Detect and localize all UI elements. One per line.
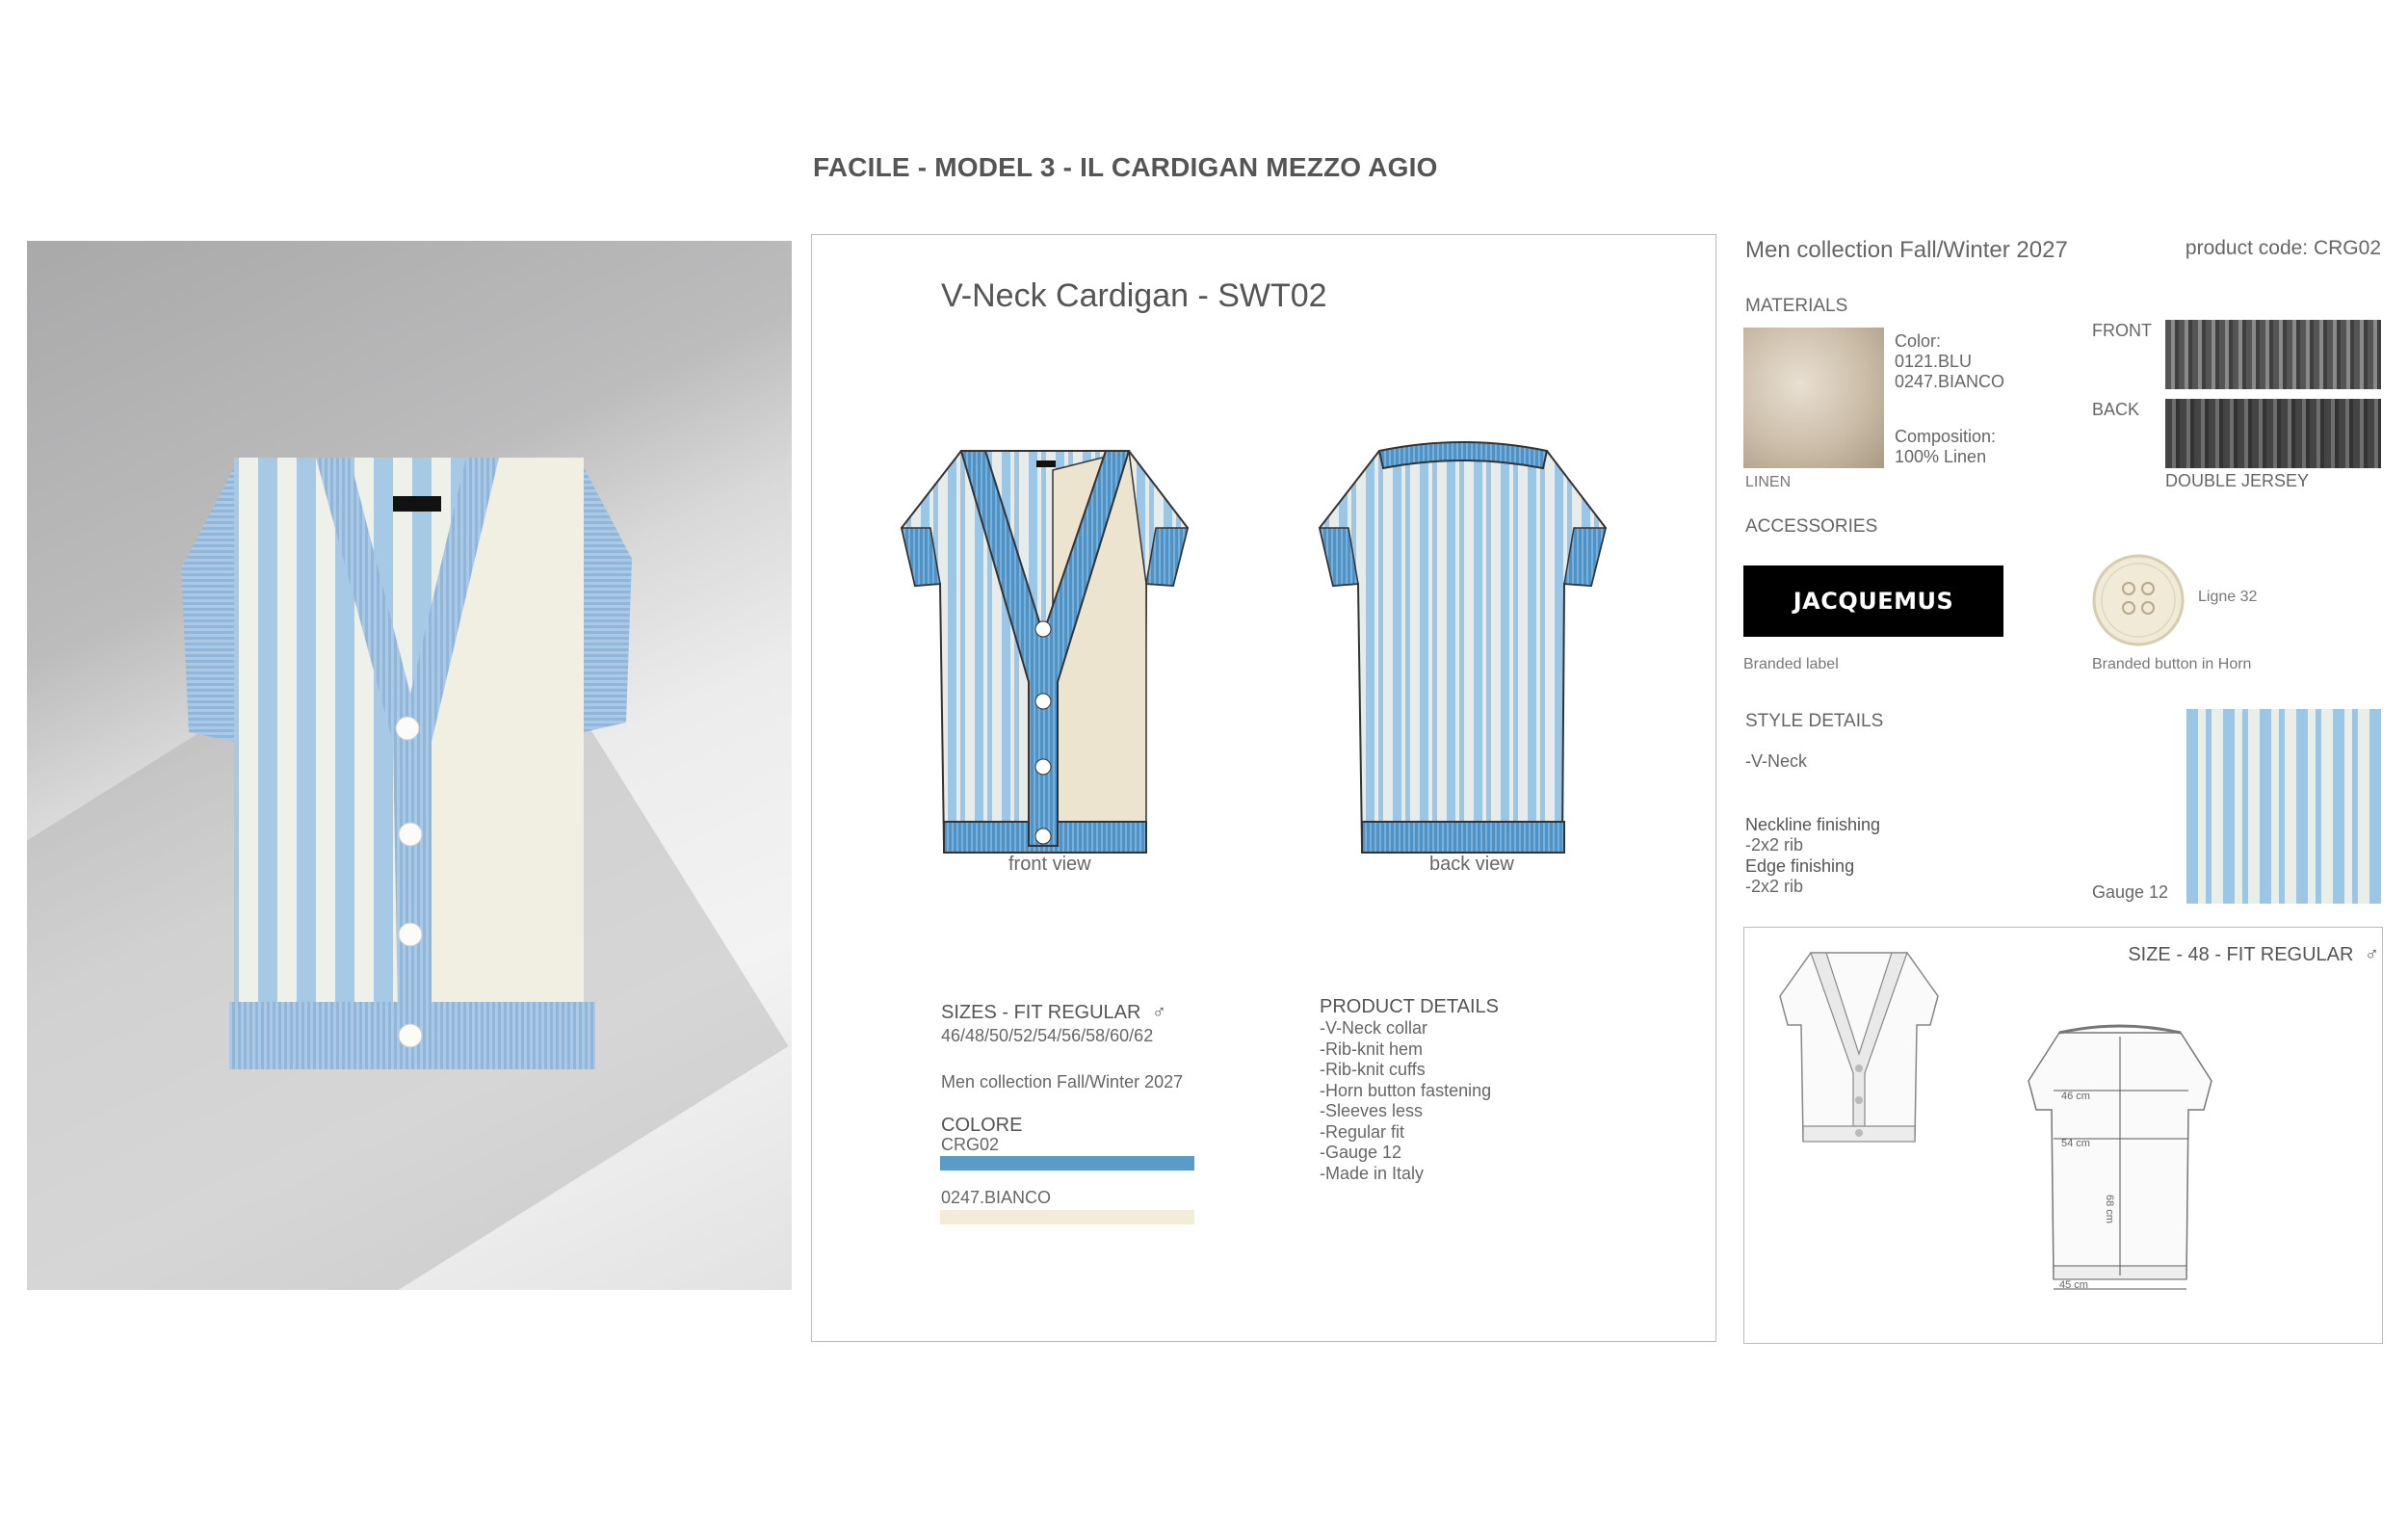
sizes-heading-text: SIZES - FIT REGULAR xyxy=(941,1002,1141,1023)
product-code: product code: CRG02 xyxy=(2185,237,2381,259)
style-neck: -V-Neck xyxy=(1745,751,1808,771)
detail-item: -Horn button fastening xyxy=(1320,1080,1492,1100)
back-view-label: back view xyxy=(1429,854,1514,875)
male-symbol-icon: ♂ xyxy=(1152,1002,1167,1023)
male-symbol-icon: ♂ xyxy=(2365,944,2379,965)
composition-value: 100% Linen xyxy=(1895,447,1987,466)
color-code-1: CRG02 xyxy=(941,1135,1000,1154)
details-heading: PRODUCT DETAILS xyxy=(1320,996,1499,1017)
linen-swatch xyxy=(1743,328,1884,468)
linen-label: LINEN xyxy=(1745,474,1792,490)
product-photo xyxy=(27,241,792,1290)
color-swatch-cream xyxy=(940,1210,1194,1224)
neckline-value: -2x2 rib xyxy=(1745,835,1804,855)
edge-value: -2x2 rib xyxy=(1745,877,1804,896)
color-swatch-blue xyxy=(940,1156,1194,1170)
detail-item: -Made in Italy xyxy=(1320,1163,1425,1183)
front-view-label: front view xyxy=(1008,854,1091,875)
measure-chest: 46 cm xyxy=(2061,1091,2090,1102)
composition-label: Composition: xyxy=(1895,427,1997,446)
size-sketch-front xyxy=(1779,952,1939,1143)
front-fabric-label: FRONT xyxy=(2092,321,2152,340)
detail-item: -Regular fit xyxy=(1320,1121,1405,1142)
detail-item: -Rib-knit cuffs xyxy=(1320,1060,1426,1079)
size-heading-text: SIZE - 48 - FIT REGULAR xyxy=(2128,944,2354,965)
page-title: FACILE - MODEL 3 - IL CARDIGAN MEZZO AGI… xyxy=(813,152,1438,182)
card-collection: Men collection Fall/Winter 2027 xyxy=(941,1072,1184,1091)
sizes-list: 46/48/50/52/54/56/58/60/62 xyxy=(941,1026,1154,1045)
size-sketch-back xyxy=(2028,1024,2212,1290)
color-code-2: 0247.BIANCO xyxy=(941,1188,1052,1207)
gauge-stripe-swatch xyxy=(2186,709,2381,904)
edge-label: Edge finishing xyxy=(1745,856,1855,876)
measure-hem: 45 cm xyxy=(2059,1279,2088,1291)
detail-item: -Sleeves less xyxy=(1320,1101,1424,1120)
brand-label-image: JACQUEMUS xyxy=(1743,565,2003,637)
back-fabric-label: BACK xyxy=(2092,400,2140,419)
details-list: -V-Neck collar -Rib-knit hem -Rib-knit c… xyxy=(1320,1018,1491,1184)
gauge-label: Gauge 12 xyxy=(2092,882,2169,902)
detail-item: -V-Neck collar xyxy=(1320,1018,1428,1038)
panel-collection: Men collection Fall/Winter 2027 xyxy=(1745,237,2068,263)
colore-heading: COLORE xyxy=(941,1115,1023,1136)
product-name: V-Neck Cardigan - SWT02 xyxy=(941,277,1327,314)
color-label: Color: xyxy=(1895,331,1942,351)
detail-item: -Rib-knit hem xyxy=(1320,1039,1424,1059)
measure-length: 68 cm xyxy=(2104,1195,2115,1223)
horn-button-image xyxy=(2092,554,2185,646)
button-caption: Branded button in Horn xyxy=(2092,656,2252,672)
back-fabric-swatch xyxy=(2165,399,2381,468)
back-view-sketch xyxy=(1318,441,1608,854)
branded-label-caption: Branded label xyxy=(1743,656,1839,672)
neckline-label: Neckline finishing xyxy=(1745,815,1881,834)
double-jersey-label: DOUBLE JERSEY xyxy=(2165,471,2310,490)
detail-item: -Gauge 12 xyxy=(1320,1143,1402,1162)
materials-heading: MATERIALS xyxy=(1745,296,1848,316)
color-code-bianco: 0247.BIANCO xyxy=(1895,372,2005,391)
measure-waist: 54 cm xyxy=(2061,1138,2090,1149)
style-details-heading: STYLE DETAILS xyxy=(1745,711,1884,731)
size-heading: SIZE - 48 - FIT REGULAR ♂ xyxy=(2128,944,2379,966)
accessories-heading: ACCESSORIES xyxy=(1745,516,1878,537)
brand-logo-text: JACQUEMUS xyxy=(1793,588,1954,615)
color-code-blu: 0121.BLU xyxy=(1895,352,1973,371)
ligne-label: Ligne 32 xyxy=(2198,589,2258,605)
cardigan-photo-illustration xyxy=(181,458,632,1069)
front-view-sketch xyxy=(900,450,1190,854)
sizes-heading: SIZES - FIT REGULAR ♂ xyxy=(941,1002,1166,1024)
front-fabric-swatch xyxy=(2165,320,2381,389)
